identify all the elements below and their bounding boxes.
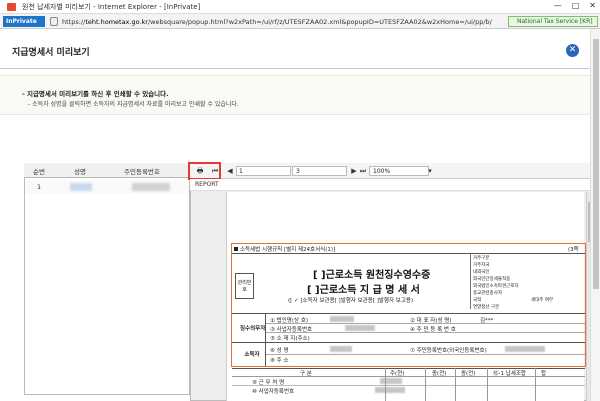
chevron-down-icon[interactable]: ▾: [425, 166, 435, 176]
recipient-rrn-redacted: [132, 183, 170, 191]
print-highlight: [188, 162, 221, 180]
row-num: 1: [37, 183, 42, 191]
minimize-button[interactable]: —: [554, 1, 562, 10]
maximize-button[interactable]: □: [572, 1, 580, 10]
form-highlight: [231, 243, 586, 367]
inprivate-badge: InPrivate: [3, 16, 45, 27]
recipient-name-link[interactable]: [70, 183, 92, 191]
grid-header-rrn: 주민등록번호: [124, 168, 160, 176]
grid-header-name: 성명: [74, 168, 86, 176]
last-page-icon[interactable]: ⏭: [358, 166, 368, 176]
notice-line-1: - 지급명세서 미리보기를 하신 후 인쇄할 수 있습니다.: [22, 90, 169, 98]
window-titlebar: 원천 납세자별 미리보기 - Internet Explorer - [InPr…: [0, 0, 600, 14]
prev-page-icon[interactable]: ◀: [225, 166, 235, 176]
page-scrollbar-thumb[interactable]: [593, 39, 599, 289]
internet-explorer-icon: [7, 3, 16, 11]
notice-line-2: - 소득자 성명을 클릭하면 소득자의 지급명세서 자료를 미리보고 인쇄할 수…: [28, 101, 239, 108]
page-current-input[interactable]: 1: [236, 166, 291, 176]
url-field[interactable]: https://teht.hometax.go.kr/websquare/pop…: [62, 18, 492, 26]
certificate-badge[interactable]: National Tax Service [KR]: [508, 16, 598, 27]
url-path: /websquare/popup.html?w2xPath=/ui/rf/z/U…: [147, 18, 492, 26]
row-bizno: ⑩ 사업자등록번호: [252, 389, 295, 395]
url-domain: teht.hometax.go.kr: [85, 18, 148, 26]
page-scrollbar[interactable]: [590, 29, 600, 401]
window-controls: — □ ✕: [554, 1, 596, 10]
window-title: 원천 납세자별 미리보기 - Internet Explorer - [InPr…: [22, 3, 201, 11]
grid-header-num: 순번: [33, 168, 45, 176]
url-prefix: https://: [62, 18, 86, 26]
zoom-select[interactable]: 100%: [369, 166, 429, 176]
dialog-title: 지급명세서 미리보기: [12, 48, 90, 58]
report-tab: REPORT: [190, 179, 594, 191]
report-label: REPORT: [195, 181, 219, 188]
dialog-header: 지급명세서 미리보기: [0, 29, 600, 69]
grid-header: 순번 성명 주민등록번호: [24, 163, 190, 178]
dialog-close-button[interactable]: ✕: [566, 44, 579, 57]
close-window-button[interactable]: ✕: [589, 1, 596, 10]
lock-icon[interactable]: [50, 17, 58, 26]
recipient-grid: [24, 163, 190, 395]
page-total: 3: [292, 166, 347, 176]
